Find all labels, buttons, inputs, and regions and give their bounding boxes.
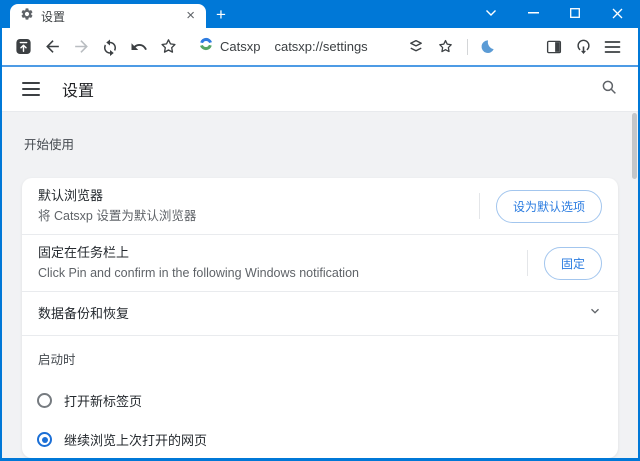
pin-taskbar-subtitle: Click Pin and confirm in the following W… [38, 266, 359, 280]
toolbar-right [403, 34, 628, 60]
window-menu-chevron-icon[interactable] [470, 0, 512, 26]
get-started-card: 默认浏览器 将 Catsxp 设置为默认浏览器 设为默认选项 固定在任务栏上 C… [22, 178, 618, 458]
section-label-get-started: 开始使用 [24, 138, 75, 152]
back-icon[interactable] [39, 34, 65, 60]
settings-page: 设置 开始使用 默认浏览器 将 Catsxp 设置为默认浏览器 设为默认选项 固… [2, 67, 638, 458]
tab-settings[interactable]: 设置 × [10, 4, 206, 28]
startup-option-continue[interactable]: 继续浏览上次打开的网页 [22, 420, 618, 458]
row-divider [526, 250, 528, 276]
boss-key-icon[interactable] [10, 34, 36, 60]
radio-icon[interactable] [37, 432, 52, 447]
new-tab-button[interactable]: + [206, 6, 236, 23]
brand-name: Catsxp [220, 39, 261, 54]
bookmark-star-icon[interactable] [432, 34, 458, 60]
catsxp-logo-icon [198, 36, 214, 57]
default-browser-row: 默认浏览器 将 Catsxp 设置为默认浏览器 设为默认选项 [22, 178, 618, 234]
refresh-icon[interactable] [97, 34, 123, 60]
pin-taskbar-row: 固定在任务栏上 Click Pin and confirm in the fol… [22, 234, 618, 291]
window-controls [470, 0, 638, 26]
search-icon[interactable] [600, 78, 618, 101]
forward-icon [68, 34, 94, 60]
favorites-star-icon[interactable] [155, 34, 181, 60]
toolbar: Catsxp catsxp://settings [2, 28, 638, 65]
page-title: 设置 [62, 83, 95, 100]
gear-icon [20, 7, 34, 26]
site-identity[interactable]: Catsxp [198, 36, 260, 57]
toolbar-divider [467, 38, 468, 55]
close-button[interactable] [596, 0, 638, 26]
update-download-icon[interactable] [570, 34, 596, 60]
scrollbar-thumb[interactable] [632, 113, 637, 179]
radio-label: 继续浏览上次打开的网页 [64, 433, 208, 448]
menu-icon[interactable] [599, 34, 625, 60]
layers-icon[interactable] [403, 34, 429, 60]
section-label-startup: 启动时 [22, 335, 618, 381]
settings-menu-icon[interactable] [22, 82, 40, 96]
chevron-down-icon[interactable] [588, 304, 602, 323]
sidebar-toggle-icon[interactable] [541, 34, 567, 60]
set-default-button[interactable]: 设为默认选项 [495, 189, 602, 223]
undo-icon[interactable] [126, 34, 152, 60]
startup-option-new-tab[interactable]: 打开新标签页 [22, 381, 618, 420]
pin-taskbar-title: 固定在任务栏上 [38, 245, 130, 260]
default-browser-title: 默认浏览器 [38, 188, 104, 203]
browser-window: 设置 × + Catsxp catsxp://settings 设置 开始使用 … [0, 0, 640, 461]
radio-icon[interactable] [37, 393, 52, 408]
radio-label: 打开新标签页 [64, 394, 143, 409]
row-divider [478, 193, 480, 219]
data-backup-title: 数据备份和恢复 [38, 305, 130, 321]
url-text[interactable]: catsxp://settings [274, 39, 367, 54]
settings-header: 设置 [2, 67, 638, 112]
tab-bar: 设置 × + [2, 0, 638, 28]
maximize-button[interactable] [554, 0, 596, 26]
default-browser-subtitle: 将 Catsxp 设置为默认浏览器 [38, 209, 197, 223]
tab-close-icon[interactable]: × [183, 8, 198, 23]
dark-mode-moon-icon[interactable] [474, 34, 500, 60]
data-backup-row[interactable]: 数据备份和恢复 [22, 291, 618, 335]
pin-button[interactable]: 固定 [543, 246, 602, 280]
minimize-button[interactable] [512, 0, 554, 26]
tab-title: 设置 [41, 9, 66, 24]
